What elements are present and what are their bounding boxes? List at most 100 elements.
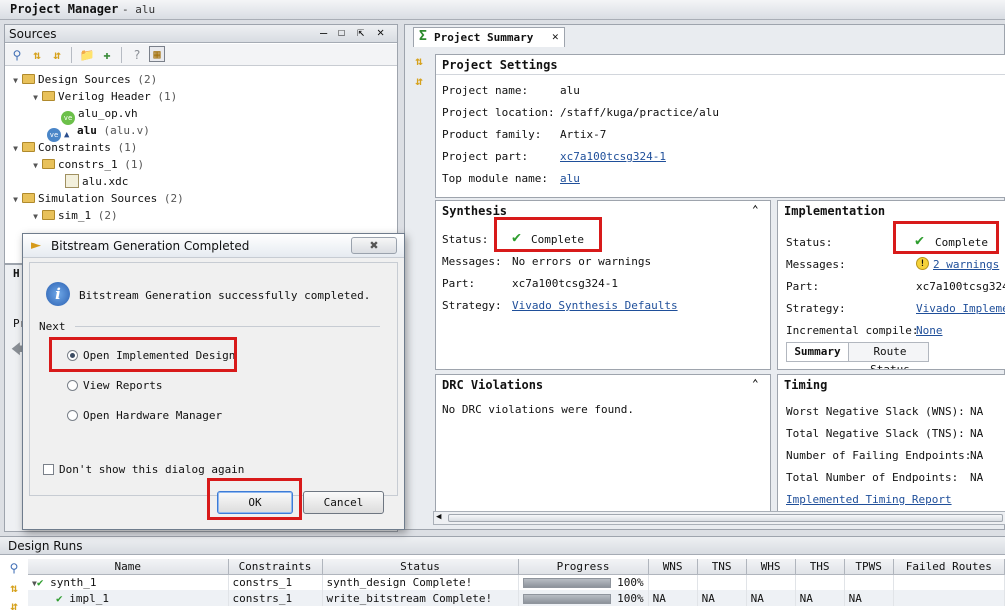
column-header-whs[interactable]: WHS <box>746 559 796 575</box>
dialog-title: Bitstream Generation Completed <box>51 239 250 253</box>
help-icon[interactable]: ? <box>129 47 145 63</box>
option-view-reports[interactable]: View Reports <box>67 379 162 392</box>
vivado-logo-icon: ► <box>31 238 41 253</box>
timing-report-link[interactable]: Implemented Timing Report <box>786 493 952 506</box>
run-tpws: NA <box>844 590 894 606</box>
tree-item-constraints[interactable]: ▼ Constraints (1) <box>11 139 137 156</box>
toolbar-separator <box>121 47 122 63</box>
tab-route-status[interactable]: Route Status <box>851 343 929 369</box>
table-row[interactable]: ✔ impl_1 constrs_1 write_bitstream Compl… <box>28 590 1005 606</box>
impl-incremental-link[interactable]: None <box>916 324 943 337</box>
window-title: Project Manager <box>10 2 119 16</box>
search-icon[interactable]: ⚲ <box>6 560 22 576</box>
tree-item-sim-1[interactable]: ▼ sim_1 (2) <box>31 207 118 224</box>
column-header-name[interactable]: Name <box>28 559 229 575</box>
column-header-constraints[interactable]: Constraints <box>228 559 323 575</box>
radio-unselected[interactable] <box>67 380 78 391</box>
collapse-icon[interactable]: ▼ <box>31 157 40 174</box>
project-settings-title: Project Settings <box>442 58 558 72</box>
add-sources-icon[interactable]: ✚ <box>99 47 115 63</box>
collapse-icon[interactable]: ▼ <box>11 191 20 208</box>
total-endpoints-value: NA <box>970 471 984 484</box>
column-header-tpws[interactable]: TPWS <box>844 559 894 575</box>
app-title-bar: Project Manager - alu <box>0 0 1005 20</box>
table-row[interactable]: ▼✔ synth_1 constrs_1 synth_design Comple… <box>28 574 1005 590</box>
scroll-thumb[interactable] <box>448 514 1003 522</box>
scroll-left-icon[interactable]: ◀ <box>436 512 441 522</box>
maximize-icon[interactable]: ⇱ <box>357 25 364 39</box>
design-runs-table: Name Constraints Status Progress WNS TNS… <box>28 559 1005 606</box>
dont-show-again-checkbox[interactable]: Don't show this dialog again <box>43 463 244 476</box>
folder-icon <box>42 159 55 169</box>
tree-item-alu-op-vh[interactable]: ve alu_op.vh <box>61 105 138 125</box>
collapse-all-icon[interactable]: ⇅ <box>29 47 45 63</box>
restore-icon[interactable]: ☐ <box>338 25 345 39</box>
close-icon[interactable]: ✕ <box>377 25 384 39</box>
open-folder-icon[interactable]: 📁 <box>79 47 95 63</box>
column-header-status[interactable]: Status <box>322 559 519 575</box>
top-module-label: Top module name: <box>442 172 548 185</box>
column-header-progress[interactable]: Progress <box>518 559 649 575</box>
window-subtitle: - alu <box>122 3 156 16</box>
minimize-icon[interactable]: — <box>320 26 327 40</box>
folder-icon <box>22 74 35 84</box>
tab-close-icon[interactable]: ✕ <box>552 30 559 43</box>
column-header-wns[interactable]: WNS <box>648 559 698 575</box>
collapse-icon[interactable]: ▼ <box>31 89 40 106</box>
tree-item-alu-xdc[interactable]: alu.xdc <box>65 173 128 190</box>
synthesis-strategy-link[interactable]: Vivado Synthesis Defaults <box>512 299 678 312</box>
impl-strategy-link[interactable]: Vivado Implemen <box>916 302 1005 315</box>
dialog-title-bar[interactable]: ► Bitstream Generation Completed ✖ <box>23 234 404 258</box>
tree-item-design-sources[interactable]: ▼ Design Sources (2) <box>11 71 157 88</box>
run-wns <box>648 574 698 590</box>
collapse-section-icon[interactable]: ⌃ <box>752 377 759 390</box>
collapse-icon[interactable]: ▼ <box>31 208 40 225</box>
collapse-all-icon[interactable]: ⇅ <box>411 53 427 69</box>
tree-item-simulation-sources[interactable]: ▼ Simulation Sources (2) <box>11 190 184 207</box>
column-header-ths[interactable]: THS <box>795 559 845 575</box>
collapse-all-icon[interactable]: ⇅ <box>6 580 22 596</box>
option-open-hardware-manager[interactable]: Open Hardware Manager <box>67 409 222 422</box>
collapse-icon[interactable]: ▼ <box>11 72 20 89</box>
expand-all-icon[interactable]: ⇵ <box>49 47 65 63</box>
project-part-label: Project part: <box>442 150 529 163</box>
column-header-failed-routes[interactable]: Failed Routes <box>893 559 1005 575</box>
checkbox[interactable] <box>43 464 54 475</box>
folder-icon <box>22 142 35 152</box>
cancel-button[interactable]: Cancel <box>303 491 384 514</box>
expand-all-icon[interactable]: ⇵ <box>411 73 427 89</box>
dialog-close-button[interactable]: ✖ <box>351 237 397 254</box>
summary-h-scrollbar[interactable]: ◀ <box>433 511 1005 525</box>
collapse-section-icon[interactable]: ⌃ <box>752 203 759 216</box>
tree-item-constrs-1[interactable]: ▼ constrs_1 (1) <box>31 156 144 173</box>
expand-all-icon[interactable]: ⇵ <box>6 598 22 614</box>
drc-title: DRC Violations <box>442 378 544 392</box>
warning-icon: ! <box>916 257 929 270</box>
synthesis-part-label: Part: <box>442 277 476 290</box>
synthesis-section: Synthesis ⌃ Status: ✔ Complete Messages:… <box>435 200 771 370</box>
project-part-link[interactable]: xc7a100tcsg324-1 <box>560 150 666 163</box>
run-tpws <box>844 574 894 590</box>
search-icon[interactable]: ⚲ <box>9 47 25 63</box>
tree-item-alu-top[interactable]: ve ▲ alu (alu.v) <box>47 122 150 142</box>
tab-summary[interactable]: Summary <box>787 343 849 361</box>
hierarchy-tab-label[interactable]: H <box>13 267 20 280</box>
failing-endpoints-label: Number of Failing Endpoints: <box>786 449 972 462</box>
impl-status-label: Status: <box>786 236 833 249</box>
column-header-tns[interactable]: TNS <box>697 559 747 575</box>
impl-warnings-link[interactable]: 2 warnings <box>933 258 999 271</box>
timing-section: Timing Worst Negative Slack (WNS): NA To… <box>777 374 1005 519</box>
run-whs: NA <box>746 590 796 606</box>
impl-messages-label: Messages: <box>786 258 846 271</box>
tree-item-verilog-header[interactable]: ▼ Verilog Header (1) <box>31 88 177 105</box>
top-module-link[interactable]: alu <box>560 172 580 185</box>
synthesis-messages-value: No errors or warnings <box>512 255 652 268</box>
synthesis-messages-label: Messages: <box>442 255 502 268</box>
tab-project-summary[interactable]: Σ Project Summary ✕ <box>413 27 565 47</box>
radio-unselected[interactable] <box>67 410 78 421</box>
sigma-icon: Σ <box>419 29 427 44</box>
properties-icon[interactable]: ▦ <box>149 46 165 62</box>
collapse-icon[interactable]: ▼ <box>11 140 20 157</box>
sources-header: Sources — ☐ ⇱ ✕ <box>5 25 397 43</box>
synthesis-part-value: xc7a100tcsg324-1 <box>512 277 618 290</box>
